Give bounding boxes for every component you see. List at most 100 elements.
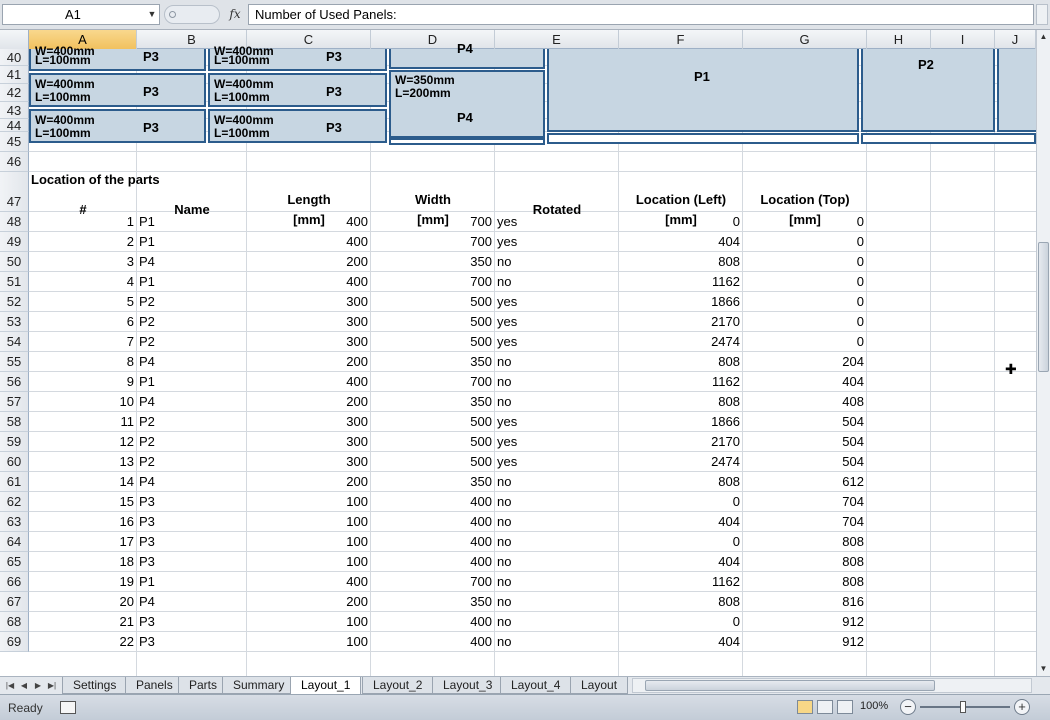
cell-location-top[interactable]: 0 bbox=[743, 232, 867, 252]
zoom-out-icon[interactable]: − bbox=[900, 699, 916, 715]
cell-rotated[interactable]: no bbox=[495, 612, 619, 632]
cell-rotated[interactable]: no bbox=[495, 392, 619, 412]
row-header[interactable]: 57 bbox=[0, 392, 29, 412]
cell-width[interactable]: 500 bbox=[371, 312, 495, 332]
panel-p3[interactable]: W=400mm L=100mm P3 bbox=[208, 73, 387, 107]
row-header[interactable]: 58 bbox=[0, 412, 29, 432]
cell-location-top[interactable]: 0 bbox=[743, 312, 867, 332]
cell-index[interactable]: 17 bbox=[29, 532, 137, 552]
sheet-tab-parts[interactable]: Parts bbox=[178, 677, 229, 694]
cell-location-top[interactable]: 0 bbox=[743, 292, 867, 312]
cell-location-top[interactable]: 912 bbox=[743, 632, 867, 652]
cell-location-top[interactable]: 704 bbox=[743, 492, 867, 512]
row-header[interactable]: 45 bbox=[0, 132, 29, 152]
cell-name[interactable]: P3 bbox=[137, 632, 247, 652]
row-header[interactable]: 69 bbox=[0, 632, 29, 652]
cell-length[interactable]: 200 bbox=[247, 392, 371, 412]
cell-location-top[interactable]: 0 bbox=[743, 332, 867, 352]
panel-p3[interactable]: W=400mm L=100mm P3 bbox=[29, 109, 206, 143]
cell-length[interactable]: 300 bbox=[247, 412, 371, 432]
name-box-dropdown-icon[interactable]: ▼ bbox=[146, 4, 158, 25]
panel-p3[interactable]: W=400mm L=100mm P3 bbox=[29, 73, 206, 107]
row-header[interactable]: 46 bbox=[0, 152, 29, 172]
row-header[interactable]: 40 bbox=[0, 49, 29, 66]
row-header[interactable]: 41 bbox=[0, 66, 29, 84]
cell-location-left[interactable]: 808 bbox=[619, 592, 743, 612]
cell-location-top[interactable]: 808 bbox=[743, 532, 867, 552]
cell-name[interactable]: P2 bbox=[137, 432, 247, 452]
cell-index[interactable]: 15 bbox=[29, 492, 137, 512]
cell-length[interactable]: 400 bbox=[247, 212, 371, 232]
cell-location-top[interactable]: 408 bbox=[743, 392, 867, 412]
sheet-tab-layout-2[interactable]: Layout_2 bbox=[362, 677, 434, 694]
cell-rotated[interactable]: yes bbox=[495, 412, 619, 432]
cell-name[interactable]: P3 bbox=[137, 612, 247, 632]
cell-name[interactable]: P3 bbox=[137, 532, 247, 552]
cell-location-left[interactable]: 2170 bbox=[619, 432, 743, 452]
cell-length[interactable]: 100 bbox=[247, 492, 371, 512]
cell-location-top[interactable]: 204 bbox=[743, 352, 867, 372]
cell-name[interactable]: P2 bbox=[137, 452, 247, 472]
normal-view-button[interactable] bbox=[797, 700, 813, 714]
cell-location-top[interactable]: 808 bbox=[743, 552, 867, 572]
cell-rotated[interactable]: no bbox=[495, 532, 619, 552]
cell-index[interactable]: 6 bbox=[29, 312, 137, 332]
cell-width[interactable]: 500 bbox=[371, 432, 495, 452]
first-sheet-icon[interactable]: |◀ bbox=[4, 679, 16, 692]
zoom-slider-thumb[interactable] bbox=[960, 701, 966, 713]
select-all-corner[interactable] bbox=[0, 30, 29, 49]
cell-location-top[interactable]: 504 bbox=[743, 452, 867, 472]
cell-name[interactable]: P4 bbox=[137, 592, 247, 612]
cell-index[interactable]: 21 bbox=[29, 612, 137, 632]
cell-location-left[interactable]: 2474 bbox=[619, 332, 743, 352]
cell-location-left[interactable]: 404 bbox=[619, 552, 743, 572]
cell-index[interactable]: 4 bbox=[29, 272, 137, 292]
cell-location-left[interactable]: 1162 bbox=[619, 272, 743, 292]
cell-rotated[interactable]: no bbox=[495, 492, 619, 512]
horizontal-scrollbar[interactable] bbox=[632, 678, 1032, 693]
cell-location-left[interactable]: 404 bbox=[619, 632, 743, 652]
cell-length[interactable]: 100 bbox=[247, 552, 371, 572]
cell-width[interactable]: 700 bbox=[371, 212, 495, 232]
cell-rotated[interactable]: yes bbox=[495, 432, 619, 452]
cell-width[interactable]: 700 bbox=[371, 232, 495, 252]
cell-length[interactable]: 200 bbox=[247, 352, 371, 372]
row-header[interactable]: 48 bbox=[0, 212, 29, 232]
cell-width[interactable]: 400 bbox=[371, 492, 495, 512]
cell-index[interactable]: 22 bbox=[29, 632, 137, 652]
cell-rotated[interactable]: no bbox=[495, 272, 619, 292]
cell-name[interactable]: P4 bbox=[137, 392, 247, 412]
page-layout-view-button[interactable] bbox=[817, 700, 833, 714]
row-header[interactable]: 43 bbox=[0, 102, 29, 119]
cell-index[interactable]: 7 bbox=[29, 332, 137, 352]
cell-location-left[interactable]: 2474 bbox=[619, 452, 743, 472]
column-header-f[interactable]: F bbox=[619, 30, 743, 49]
cell-location-top[interactable]: 504 bbox=[743, 412, 867, 432]
row-header[interactable]: 62 bbox=[0, 492, 29, 512]
cell-name[interactable]: P4 bbox=[137, 472, 247, 492]
cell-location-left[interactable]: 404 bbox=[619, 512, 743, 532]
cell-name[interactable]: P4 bbox=[137, 252, 247, 272]
cell-name[interactable]: P1 bbox=[137, 212, 247, 232]
cell-location-top[interactable]: 704 bbox=[743, 512, 867, 532]
cell-length[interactable]: 100 bbox=[247, 532, 371, 552]
cell-name[interactable]: P1 bbox=[137, 232, 247, 252]
cell-index[interactable]: 11 bbox=[29, 412, 137, 432]
cell-width[interactable]: 400 bbox=[371, 632, 495, 652]
vertical-scrollbar[interactable]: ▲ ▼ bbox=[1036, 30, 1050, 676]
cell-length[interactable]: 300 bbox=[247, 432, 371, 452]
cell-location-top[interactable]: 612 bbox=[743, 472, 867, 492]
row-header[interactable]: 56 bbox=[0, 372, 29, 392]
cell-location-left[interactable]: 808 bbox=[619, 252, 743, 272]
cell-name[interactable]: P1 bbox=[137, 572, 247, 592]
cell-name[interactable]: P2 bbox=[137, 412, 247, 432]
cell-length[interactable]: 300 bbox=[247, 292, 371, 312]
sheet-tab-summary[interactable]: Summary bbox=[222, 677, 296, 694]
cell-rotated[interactable]: no bbox=[495, 632, 619, 652]
cell-length[interactable]: 100 bbox=[247, 512, 371, 532]
cell-length[interactable]: 100 bbox=[247, 632, 371, 652]
cell-length[interactable]: 200 bbox=[247, 252, 371, 272]
cell-width[interactable]: 500 bbox=[371, 412, 495, 432]
cell-index[interactable]: 10 bbox=[29, 392, 137, 412]
panel-p3[interactable]: W=400mm L=100mm P3 bbox=[208, 45, 387, 71]
